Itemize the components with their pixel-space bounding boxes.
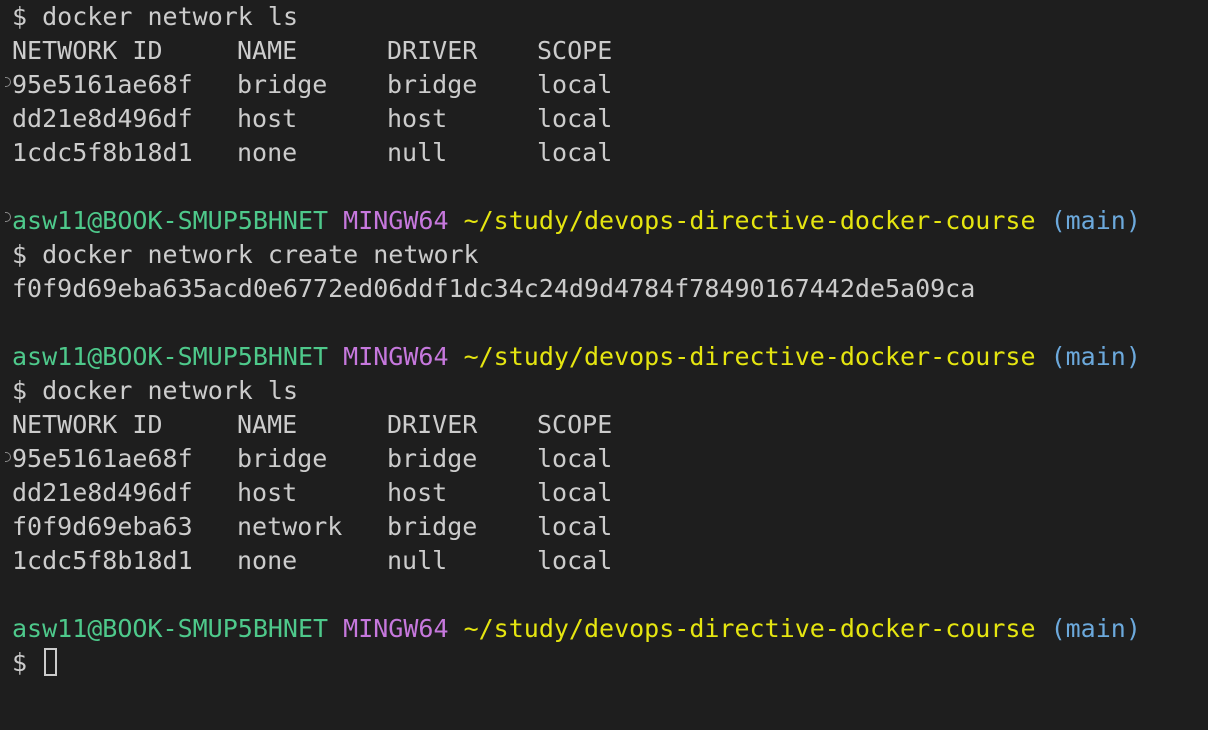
command-text: docker network ls	[42, 2, 298, 31]
input-line[interactable]: $	[12, 646, 1208, 680]
prompt-symbol: $	[12, 648, 28, 677]
network-id-cell: 95e5161ae68f	[12, 70, 193, 99]
table-header-row: NETWORK ID NAME DRIVER SCOPE	[12, 408, 1208, 442]
network-driver-cell: bridge	[387, 70, 478, 99]
command-text: docker network create network	[42, 240, 479, 269]
header-scope: SCOPE	[537, 36, 613, 65]
network-id-cell: 1cdc5f8b18d1	[12, 138, 193, 167]
prompt-system: MINGW64	[343, 342, 449, 371]
prompt-user-host: asw11@BOOK-SMUP5BHNET	[12, 206, 329, 235]
prompt-path: ~/study/devops-directive-docker-course	[463, 206, 1036, 235]
text-cursor[interactable]	[44, 648, 58, 676]
prompt-line: asw11@BOOK-SMUP5BHNET MINGW64 ~/study/de…	[12, 340, 1208, 374]
network-name-cell: network	[237, 512, 343, 541]
network-id-cell: dd21e8d496df	[12, 104, 193, 133]
network-scope-cell: local	[537, 512, 613, 541]
header-driver: DRIVER	[387, 410, 478, 439]
network-driver-cell: bridge	[387, 512, 478, 541]
header-network-id: NETWORK ID	[12, 36, 163, 65]
prompt-system: MINGW64	[343, 614, 449, 643]
network-id-cell: 95e5161ae68f	[12, 444, 193, 473]
network-id-cell: dd21e8d496df	[12, 478, 193, 507]
command-output: f0f9d69eba635acd0e6772ed06ddf1dc34c24d9d…	[12, 274, 976, 303]
table-row: 95e5161ae68f bridge bridge local	[12, 68, 1208, 102]
table-header-row: NETWORK ID NAME DRIVER SCOPE	[12, 34, 1208, 68]
network-name-cell: none	[237, 546, 298, 575]
command-text: docker network ls	[42, 376, 298, 405]
command-line: $ docker network ls	[12, 0, 1208, 34]
prompt-branch: (main)	[1050, 614, 1141, 643]
table-row: 1cdc5f8b18d1 none null local	[12, 136, 1208, 170]
line-marker-icon	[5, 212, 11, 222]
command-line: $ docker network create network	[12, 238, 1208, 272]
network-id-cell: f0f9d69eba63	[12, 512, 193, 541]
table-row: f0f9d69eba63 network bridge local	[12, 510, 1208, 544]
header-network-id: NETWORK ID	[12, 410, 163, 439]
network-scope-cell: local	[537, 546, 613, 575]
table-row: dd21e8d496df host host local	[12, 476, 1208, 510]
table-row: 95e5161ae68f bridge bridge local	[12, 442, 1208, 476]
network-scope-cell: local	[537, 444, 613, 473]
network-name-cell: host	[237, 104, 298, 133]
prompt-branch: (main)	[1050, 342, 1141, 371]
network-scope-cell: local	[537, 138, 613, 167]
prompt-path: ~/study/devops-directive-docker-course	[463, 614, 1036, 643]
network-driver-cell: bridge	[387, 444, 478, 473]
prompt-branch: (main)	[1050, 206, 1141, 235]
prompt-system: MINGW64	[343, 206, 449, 235]
header-name: NAME	[237, 36, 298, 65]
prompt-symbol: $	[12, 2, 28, 31]
header-name: NAME	[237, 410, 298, 439]
prompt-path: ~/study/devops-directive-docker-course	[463, 342, 1036, 371]
network-id-cell: 1cdc5f8b18d1	[12, 546, 193, 575]
network-driver-cell: null	[387, 138, 448, 167]
network-name-cell: host	[237, 478, 298, 507]
prompt-line: asw11@BOOK-SMUP5BHNET MINGW64 ~/study/de…	[12, 204, 1208, 238]
network-name-cell: bridge	[237, 444, 328, 473]
network-name-cell: bridge	[237, 70, 328, 99]
header-scope: SCOPE	[537, 410, 613, 439]
table-row: dd21e8d496df host host local	[12, 102, 1208, 136]
network-scope-cell: local	[537, 478, 613, 507]
table-row: 1cdc5f8b18d1 none null local	[12, 544, 1208, 578]
network-driver-cell: host	[387, 478, 448, 507]
prompt-user-host: asw11@BOOK-SMUP5BHNET	[12, 342, 329, 371]
prompt-line: asw11@BOOK-SMUP5BHNET MINGW64 ~/study/de…	[12, 612, 1208, 646]
header-driver: DRIVER	[387, 36, 478, 65]
network-scope-cell: local	[537, 70, 613, 99]
terminal-output[interactable]: $ docker network ls NETWORK ID NAME DRIVER…	[5, 0, 1208, 730]
line-marker-icon	[5, 77, 11, 87]
prompt-symbol: $	[12, 376, 28, 405]
command-line: $ docker network ls	[12, 374, 1208, 408]
prompt-symbol: $	[12, 240, 28, 269]
network-scope-cell: local	[537, 104, 613, 133]
network-driver-cell: null	[387, 546, 448, 575]
line-marker-icon	[5, 452, 11, 462]
prompt-user-host: asw11@BOOK-SMUP5BHNET	[12, 614, 329, 643]
network-name-cell: none	[237, 138, 298, 167]
network-driver-cell: host	[387, 104, 448, 133]
